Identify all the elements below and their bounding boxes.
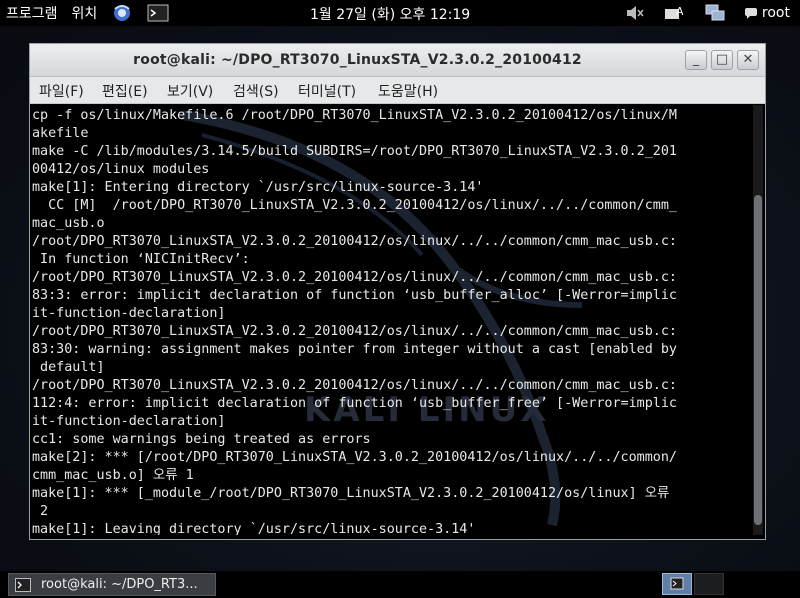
taskbar-item-terminal[interactable]: root@kali: ~/DPO_RT3... bbox=[8, 573, 216, 596]
top-panel: 프로그램 위치 1월 27일 (화) 오후 12:19 A root bbox=[0, 0, 800, 26]
terminal-line: it-function-declaration] bbox=[32, 414, 226, 429]
bottom-panel: root@kali: ~/DPO_RT3... bbox=[0, 571, 800, 598]
terminal-line: /root/DPO_RT3070_LinuxSTA_V2.3.0.2_20100… bbox=[32, 234, 677, 249]
terminal-line: In function ‘NICInitRecv’: bbox=[32, 252, 250, 267]
menu-search[interactable]: 검색(S) bbox=[233, 81, 279, 101]
terminal-line: cp -f os/linux/Makefile.6 /root/DPO_RT30… bbox=[32, 108, 677, 123]
menu-bar: 파일(F) 편집(E) 보기(V) 검색(S) 터미널(T) 도움말(H) bbox=[30, 77, 765, 104]
clock[interactable]: 1월 27일 (화) 오후 12:19 bbox=[310, 4, 470, 24]
terminal-line: 83:3: error: implicit declaration of fun… bbox=[32, 288, 677, 303]
terminal-window: root@kali: ~/DPO_RT3070_LinuxSTA_V2.3.0.… bbox=[29, 43, 766, 540]
terminal-line: make[1]: Entering directory `/usr/src/li… bbox=[32, 180, 484, 195]
user-name: root bbox=[761, 5, 790, 21]
terminal-scrollbar[interactable] bbox=[753, 105, 763, 535]
scrollbar-thumb[interactable] bbox=[754, 195, 762, 525]
terminal-line: CC [M] /root/DPO_RT3070_LinuxSTA_V2.3.0.… bbox=[32, 198, 677, 213]
chat-icon bbox=[744, 3, 758, 23]
terminal-line: it-function-declaration] bbox=[32, 306, 226, 321]
window-title: root@kali: ~/DPO_RT3070_LinuxSTA_V2.3.0.… bbox=[133, 52, 582, 68]
volume-muted-icon[interactable] bbox=[624, 3, 646, 23]
terminal-line: 00412/os/linux modules bbox=[32, 162, 210, 177]
terminal-text: cp -f os/linux/Makefile.6 /root/DPO_RT30… bbox=[32, 105, 752, 535]
terminal-icon bbox=[15, 578, 31, 596]
taskbar-item-label: root@kali: ~/DPO_RT3... bbox=[41, 577, 198, 592]
minimize-button[interactable]: _ bbox=[685, 50, 707, 70]
terminal-line: cmm_mac_usb.o] 오류 1 bbox=[32, 468, 194, 483]
applications-menu[interactable]: 프로그램 bbox=[6, 3, 58, 23]
terminal-line: /root/DPO_RT3070_LinuxSTA_V2.3.0.2_20100… bbox=[32, 378, 677, 393]
workspace-switcher-2[interactable] bbox=[694, 573, 724, 595]
terminal-output[interactable]: KALI LINUX cp -f os/linux/Makefile.6 /ro… bbox=[32, 105, 752, 535]
terminal-line: cc1: some warnings being treated as erro… bbox=[32, 432, 371, 447]
terminal-line: /root/DPO_RT3070_LinuxSTA_V2.3.0.2_20100… bbox=[32, 270, 677, 285]
workspace-switcher-1[interactable] bbox=[662, 573, 692, 595]
menu-file[interactable]: 파일(F) bbox=[39, 81, 84, 101]
terminal-icon[interactable] bbox=[147, 3, 169, 23]
terminal-line: mac_usb.o bbox=[32, 216, 105, 231]
menu-view[interactable]: 보기(V) bbox=[167, 81, 213, 101]
network-icon[interactable] bbox=[704, 3, 726, 23]
terminal-line: make[1]: *** [_module_/root/DPO_RT3070_L… bbox=[32, 486, 670, 501]
terminal-line: /root/DPO_RT3070_LinuxSTA_V2.3.0.2_20100… bbox=[32, 324, 677, 339]
terminal-line: 112:4: error: implicit declaration of fu… bbox=[32, 396, 677, 411]
menu-help[interactable]: 도움말(H) bbox=[378, 81, 438, 101]
terminal-line: 83:30: warning: assignment makes pointer… bbox=[32, 342, 677, 357]
terminal-line: default] bbox=[32, 360, 105, 375]
terminal-line: akefile bbox=[32, 126, 89, 141]
maximize-button[interactable]: □ bbox=[711, 50, 733, 70]
window-titlebar[interactable]: root@kali: ~/DPO_RT3070_LinuxSTA_V2.3.0.… bbox=[30, 44, 765, 77]
terminal-line: make[2]: *** [/root/DPO_RT3070_LinuxSTA_… bbox=[32, 450, 677, 465]
keyboard-icon[interactable]: A bbox=[664, 3, 686, 23]
close-button[interactable]: ✕ bbox=[737, 50, 759, 70]
terminal-line: make -C /lib/modules/3.14.5/build SUBDIR… bbox=[32, 144, 677, 159]
svg-text:A: A bbox=[676, 5, 684, 18]
terminal-line: make[1]: Leaving directory `/usr/src/lin… bbox=[32, 522, 476, 535]
menu-edit[interactable]: 편집(E) bbox=[102, 81, 148, 101]
user-menu[interactable]: root bbox=[744, 3, 790, 23]
terminal-line: 2 bbox=[32, 504, 49, 519]
menu-terminal[interactable]: 터미널(T) bbox=[298, 81, 356, 101]
places-menu[interactable]: 위치 bbox=[72, 3, 98, 23]
iceweasel-icon[interactable] bbox=[111, 3, 133, 23]
